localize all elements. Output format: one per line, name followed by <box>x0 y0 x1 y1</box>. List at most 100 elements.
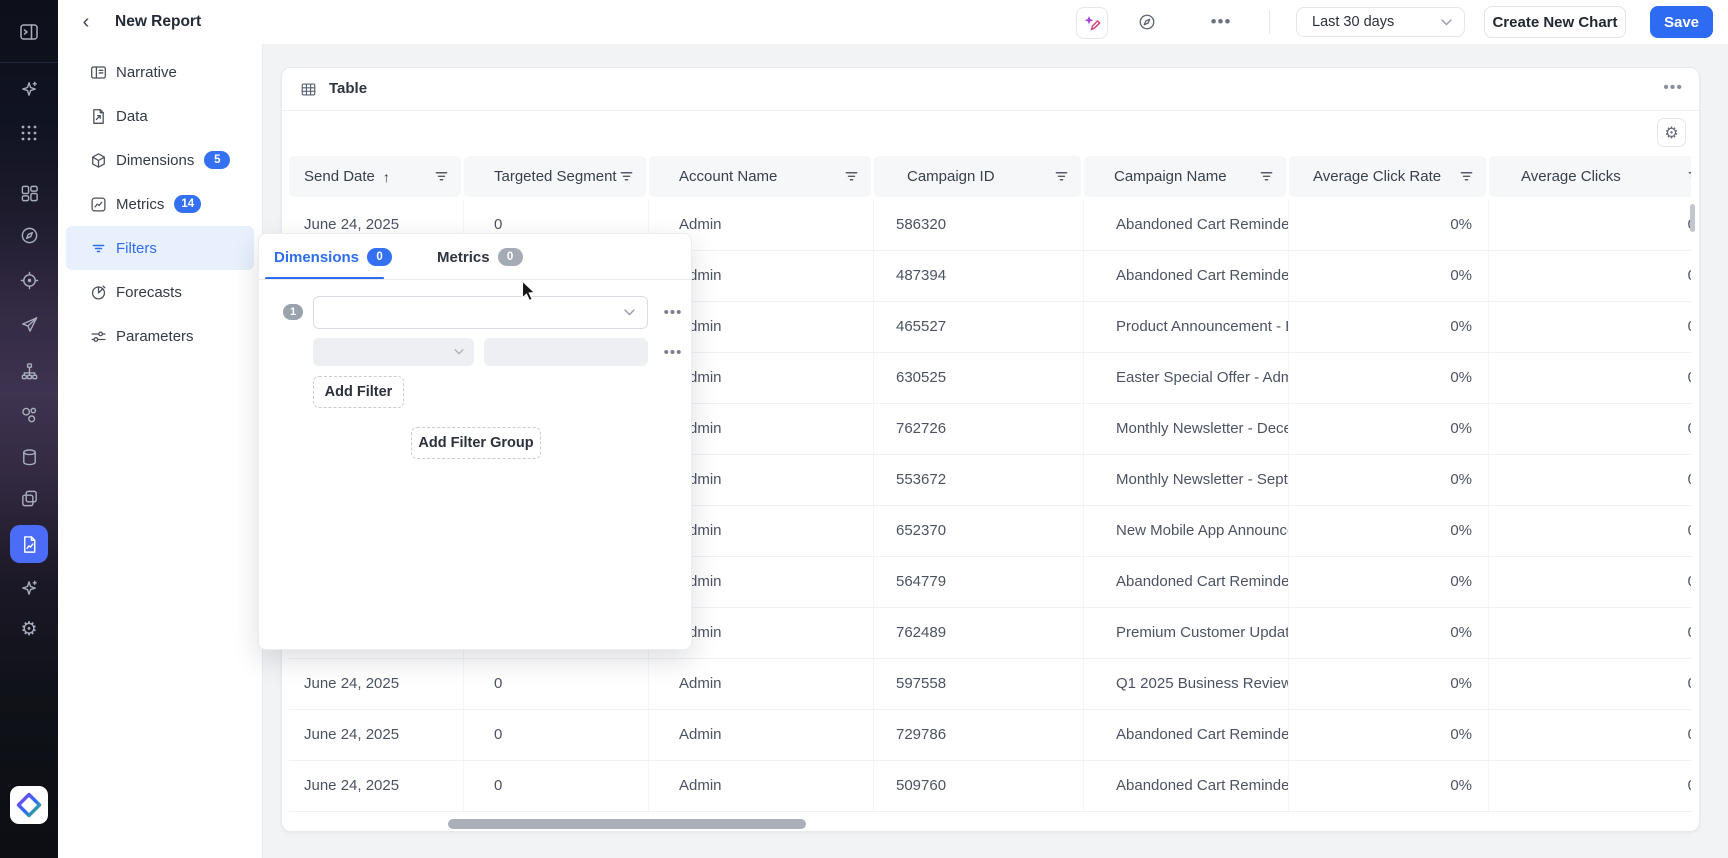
data-page-icon <box>90 108 107 125</box>
sidebar-item-metrics[interactable]: Metrics 14 <box>66 182 254 226</box>
filters-popover: Dimensions 0 Metrics 0 1 ••• ••• Add Fil… <box>258 233 692 650</box>
sidebar-item-narrative[interactable]: Narrative <box>66 50 254 94</box>
tab-metrics[interactable]: Metrics 0 <box>437 248 523 266</box>
header-cell: Send Date↑ <box>289 156 464 197</box>
tab-label: Dimensions <box>274 249 359 266</box>
column-header-send-date[interactable]: Send Date↑ <box>289 156 461 197</box>
dashboard-icon[interactable] <box>18 182 40 204</box>
header-cell: Account Name <box>649 156 874 197</box>
metrics-count-badge: 14 <box>174 195 201 213</box>
sparkle-icon-2[interactable] <box>18 577 40 599</box>
panel-more-icon[interactable]: ••• <box>1663 79 1683 97</box>
cell-campaign-id: 586320 <box>874 200 1084 250</box>
sidebar-item-filters[interactable]: Filters <box>66 226 254 270</box>
rail-item-report-active[interactable] <box>10 525 48 563</box>
column-header-account-name[interactable]: Account Name <box>649 156 871 197</box>
filter-condition-more-icon[interactable]: ••• <box>662 344 684 360</box>
cell-campaign-id: 564779 <box>874 557 1084 607</box>
column-header-average-clicks[interactable]: Average Clicks <box>1489 156 1691 197</box>
sidebar-item-label: Parameters <box>116 328 194 345</box>
header-cell: Campaign Name <box>1084 156 1289 197</box>
cell-campaign-id: 762726 <box>874 404 1084 454</box>
bubbles-icon[interactable] <box>18 404 40 426</box>
column-header-average-click-rate[interactable]: Average Click Rate <box>1289 156 1486 197</box>
column-header-campaign-id[interactable]: Campaign ID <box>874 156 1081 197</box>
column-filter-icon[interactable] <box>1460 170 1473 183</box>
compass-icon[interactable] <box>18 224 40 246</box>
cell-campaign-id: 630525 <box>874 353 1084 403</box>
sidebar-item-dimensions[interactable]: Dimensions 5 <box>66 138 254 182</box>
add-filter-group-button[interactable]: Add Filter Group <box>411 427 541 459</box>
filter-operator-select[interactable] <box>313 338 474 366</box>
table-row[interactable]: June 24, 20250Admin729786Abandoned Cart … <box>289 710 1691 761</box>
tab-dimensions[interactable]: Dimensions 0 <box>274 248 392 266</box>
column-header-campaign-name[interactable]: Campaign Name <box>1084 156 1286 197</box>
date-range-value: Last 30 days <box>1312 14 1394 30</box>
page-title: New Report <box>115 13 201 31</box>
cell-campaign-name: Monthly Newsletter - Septembe <box>1084 455 1289 505</box>
header-cell: Campaign ID <box>874 156 1084 197</box>
app-logo[interactable] <box>10 786 48 824</box>
apps-grid-icon[interactable] <box>18 122 40 144</box>
filter-field-select[interactable] <box>313 296 648 329</box>
target-icon[interactable] <box>18 269 40 291</box>
ai-assistant-button[interactable] <box>1076 7 1108 39</box>
column-filter-icon[interactable] <box>620 170 633 183</box>
sidebar-toggle-icon[interactable] <box>18 21 40 43</box>
column-filter-icon[interactable] <box>435 170 448 183</box>
cell-campaign-id: 465527 <box>874 302 1084 352</box>
date-range-select[interactable]: Last 30 days <box>1296 7 1465 37</box>
sidebar-item-label: Filters <box>116 240 157 257</box>
cell-click-rate: 0% <box>1289 302 1489 352</box>
sidebar-item-data[interactable]: Data <box>66 94 254 138</box>
column-header-targeted-segment-id[interactable]: Targeted Segment ID <box>464 156 646 197</box>
cell-click-rate: 0% <box>1289 404 1489 454</box>
cell-click-rate: 0% <box>1289 353 1489 403</box>
chevron-down-icon <box>624 309 635 316</box>
send-icon[interactable] <box>18 313 40 335</box>
save-button[interactable]: Save <box>1650 6 1713 38</box>
cell-campaign-name: Q1 2025 Business Review - Adr <box>1084 659 1289 709</box>
horizontal-scrollbar-thumb[interactable] <box>448 819 806 829</box>
filter-group-index-badge: 1 <box>283 304 303 320</box>
table-panel-header: Table ••• <box>282 68 1699 111</box>
sparkle-icon[interactable] <box>18 78 40 100</box>
header-cell: Average Clicks <box>1489 156 1691 197</box>
column-filter-icon[interactable] <box>1260 170 1273 183</box>
top-bar: ‹ New Report ••• Last 30 days Create New… <box>58 0 1728 44</box>
sort-ascending-icon[interactable]: ↑ <box>383 169 390 185</box>
filter-value-input[interactable] <box>484 338 648 366</box>
chart-square-icon <box>90 196 107 213</box>
hierarchy-icon[interactable] <box>18 360 40 382</box>
cell-clicks: 0 <box>1489 251 1691 301</box>
topbar-more-icon[interactable]: ••• <box>1210 11 1232 33</box>
cell-click-rate: 0% <box>1289 557 1489 607</box>
vertical-scrollbar-thumb[interactable] <box>1690 204 1695 232</box>
sidebar-item-label: Dimensions <box>116 152 194 169</box>
sidebar-item-parameters[interactable]: Parameters <box>66 314 254 358</box>
explore-compass-icon[interactable] <box>1136 11 1158 33</box>
table-row[interactable]: June 24, 20250Admin509760Abandoned Cart … <box>289 761 1691 812</box>
tab-label: Metrics <box>437 249 490 266</box>
cell-click-rate: 0% <box>1289 608 1489 658</box>
table-settings-gear-icon[interactable]: ⚙ <box>1657 118 1686 147</box>
column-filter-icon[interactable] <box>1688 170 1691 183</box>
filter-row-more-icon[interactable]: ••• <box>662 304 684 320</box>
layers-copy-icon[interactable] <box>18 487 40 509</box>
cell-campaign-id: 762489 <box>874 608 1084 658</box>
create-new-chart-button[interactable]: Create New Chart <box>1484 6 1626 38</box>
cube-icon <box>90 152 107 169</box>
settings-gear-icon[interactable]: ⚙ <box>18 618 40 640</box>
column-filter-icon[interactable] <box>845 170 858 183</box>
chevron-down-icon <box>1441 19 1452 26</box>
dimensions-filter-count-badge: 0 <box>367 248 392 266</box>
cell-clicks: 0 <box>1489 506 1691 556</box>
sliders-icon <box>90 328 107 345</box>
add-filter-button[interactable]: Add Filter <box>313 376 404 408</box>
back-button[interactable]: ‹ <box>72 8 100 36</box>
cell-campaign-name: New Mobile App Announcemer <box>1084 506 1289 556</box>
database-icon[interactable] <box>18 446 40 468</box>
column-filter-icon[interactable] <box>1055 170 1068 183</box>
table-row[interactable]: June 24, 20250Admin597558Q1 2025 Busines… <box>289 659 1691 710</box>
sidebar-item-forecasts[interactable]: Forecasts <box>66 270 254 314</box>
